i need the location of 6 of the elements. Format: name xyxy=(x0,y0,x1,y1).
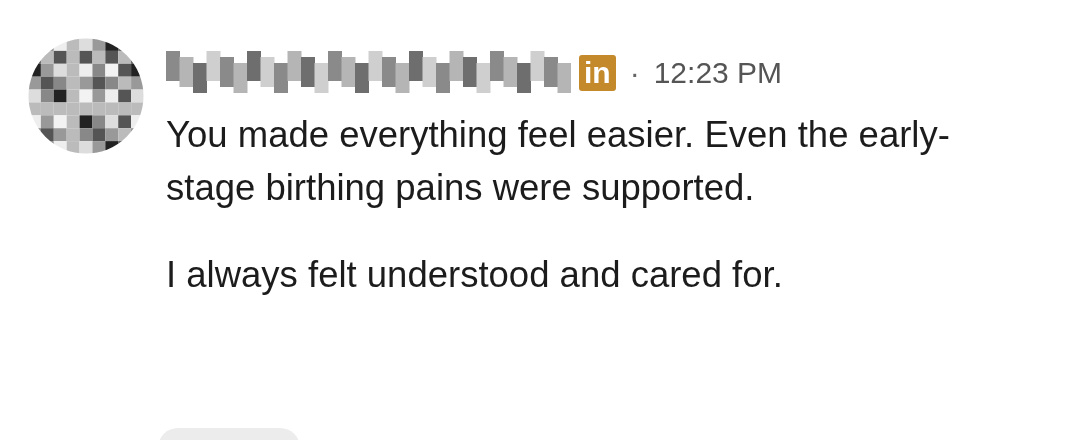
separator-dot: · xyxy=(629,56,640,90)
message-text: You made everything feel easier. Even the early-stage birthing pains were supported. xyxy=(166,113,951,210)
message-text: I always felt understood and cared for. xyxy=(166,253,784,297)
avatar[interactable] xyxy=(28,38,144,154)
message-time: 12:23 PM xyxy=(653,56,783,90)
linkedin-badge: in xyxy=(579,55,616,91)
